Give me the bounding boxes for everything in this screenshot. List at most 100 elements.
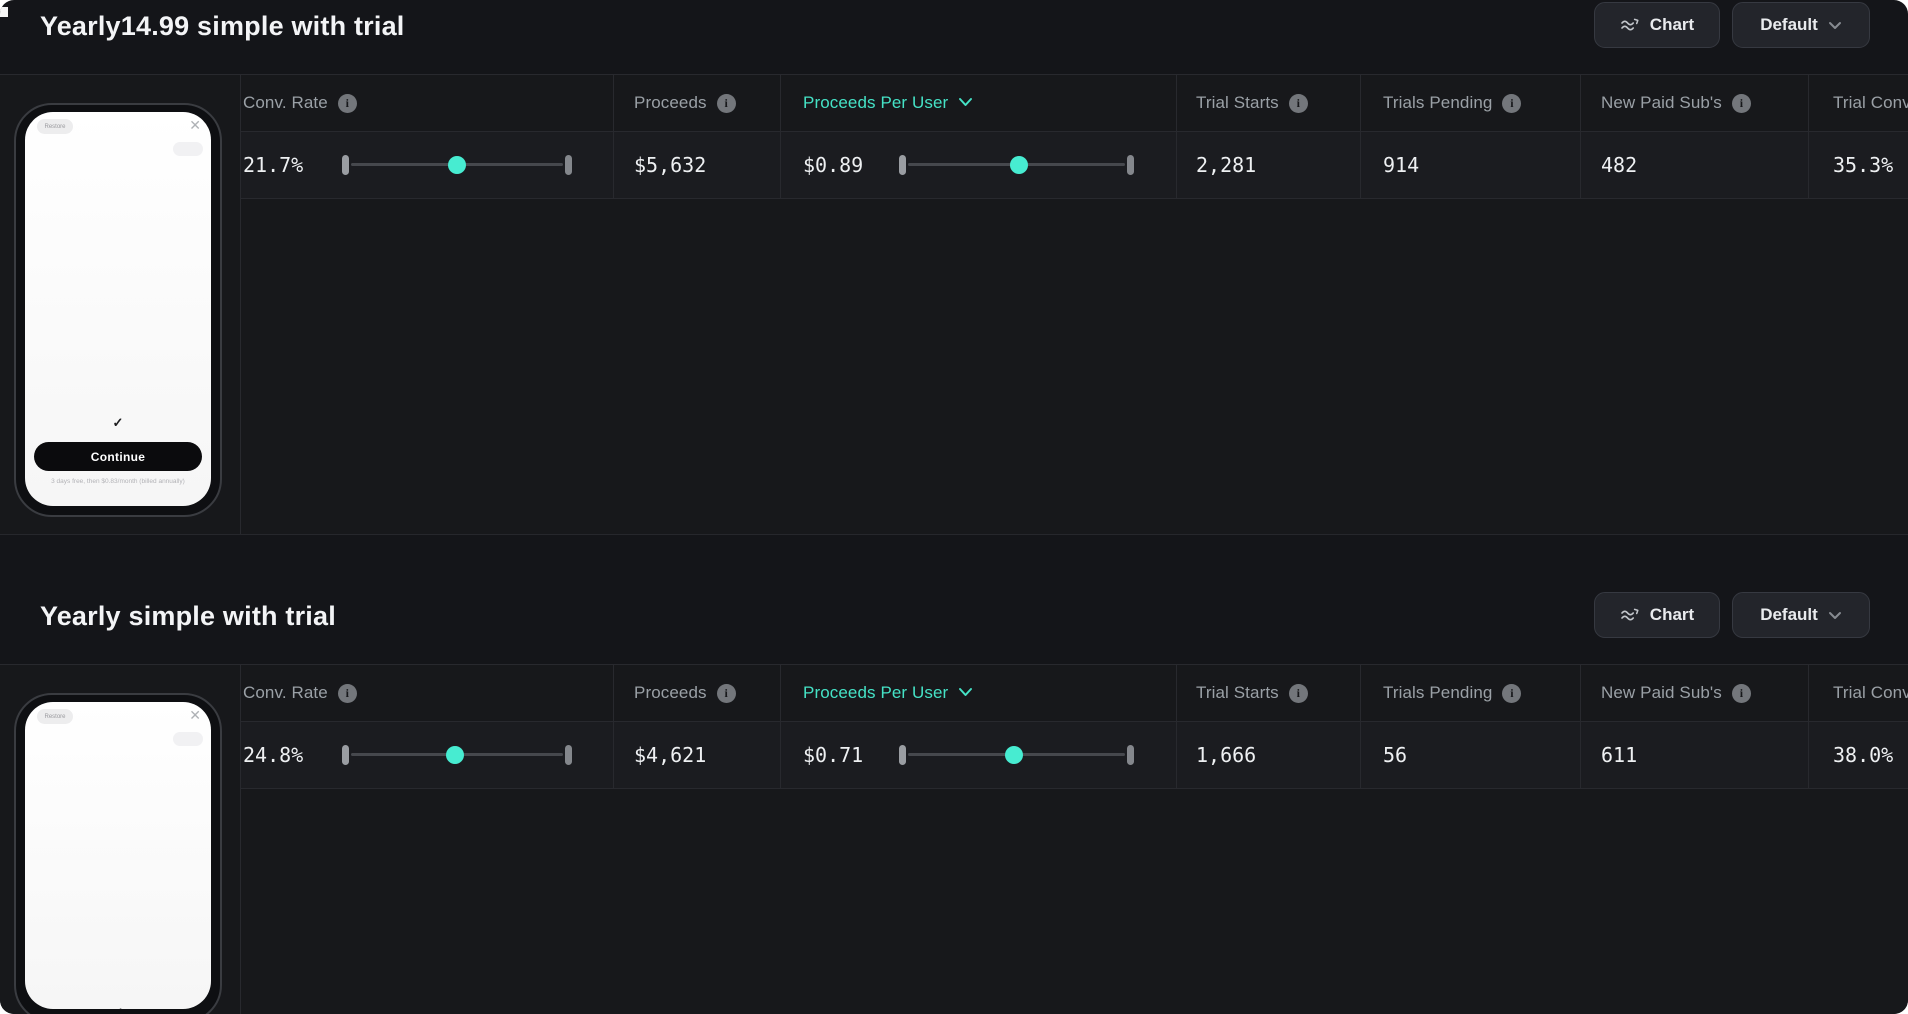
divider — [240, 74, 241, 534]
trend-chart-icon — [1620, 17, 1640, 33]
column-header-new-paid-subs: New Paid Sub's i — [1601, 75, 1751, 131]
conv-rate-slider[interactable] — [342, 131, 572, 198]
slider-thumb[interactable] — [448, 156, 466, 174]
divider — [1580, 664, 1581, 788]
sort-chevron-down-icon — [958, 94, 973, 112]
trial-conversion-value: 35.3% — [1833, 131, 1893, 198]
info-icon[interactable]: i — [1289, 684, 1308, 703]
info-icon[interactable]: i — [1502, 684, 1521, 703]
column-label: New Paid Sub's — [1601, 683, 1722, 703]
info-icon[interactable]: i — [1732, 684, 1751, 703]
chart-button[interactable]: Chart — [1594, 592, 1720, 638]
divider — [1808, 74, 1809, 198]
column-header-trial-conversion: Trial Conversion — [1833, 665, 1908, 721]
info-icon[interactable]: i — [1732, 94, 1751, 113]
close-icon[interactable]: ✕ — [189, 707, 201, 724]
slider-min-handle — [899, 155, 906, 175]
close-icon[interactable]: ✕ — [189, 117, 201, 134]
checkmark-icon: ✓ — [25, 1005, 211, 1009]
proceeds-per-user-value: $0.71 — [803, 721, 863, 788]
section-title: Yearly simple with trial — [40, 601, 336, 632]
slider-thumb[interactable] — [446, 746, 464, 764]
restore-button[interactable]: Restore — [37, 119, 73, 134]
trial-starts-value: 1,666 — [1196, 721, 1256, 788]
chart-button-label: Chart — [1650, 605, 1694, 625]
divider — [240, 664, 241, 1014]
column-header-conv-rate: Conv. Rate i — [243, 75, 357, 131]
divider — [1360, 664, 1361, 788]
slider-min-handle — [342, 155, 349, 175]
slider-thumb[interactable] — [1005, 746, 1023, 764]
slider-max-handle — [1127, 155, 1134, 175]
chart-button[interactable]: Chart — [1594, 2, 1720, 48]
column-label: Proceeds Per User — [803, 93, 948, 113]
continue-button[interactable]: Continue — [34, 442, 202, 471]
restore-button[interactable]: Restore — [37, 709, 73, 724]
section-title: Yearly14.99 simple with trial — [40, 11, 405, 42]
divider — [240, 788, 1908, 789]
column-header-new-paid-subs: New Paid Sub's i — [1601, 665, 1751, 721]
proceeds-per-user-value: $0.89 — [803, 131, 863, 198]
paywall-screen: Restore ✕ ✓ Continue 3 days free, then $… — [25, 112, 211, 506]
info-icon[interactable]: i — [1502, 94, 1521, 113]
column-header-trials-pending: Trials Pending i — [1383, 75, 1521, 131]
info-icon[interactable]: i — [717, 684, 736, 703]
column-header-proceeds: Proceeds i — [634, 75, 736, 131]
column-header-proceeds-per-user[interactable]: Proceeds Per User — [803, 75, 973, 131]
proceeds-per-user-slider[interactable] — [899, 721, 1134, 788]
column-label: Proceeds — [634, 683, 707, 703]
slider-max-handle — [1127, 745, 1134, 765]
plan-section-2: Yearly simple with trial Chart Default — [0, 590, 1908, 1014]
sort-chevron-down-icon — [958, 684, 973, 702]
paywall-preview-phone[interactable]: Restore ✕ ✓ Continue 3 days free, then $… — [14, 693, 222, 1014]
column-label: Trials Pending — [1383, 93, 1492, 113]
slider-min-handle — [342, 745, 349, 765]
column-header-proceeds: Proceeds i — [634, 665, 736, 721]
slider-thumb[interactable] — [1010, 156, 1028, 174]
divider — [1176, 74, 1177, 198]
info-icon[interactable]: i — [1289, 94, 1308, 113]
column-header-proceeds-per-user[interactable]: Proceeds Per User — [803, 665, 973, 721]
proceeds-per-user-slider[interactable] — [899, 131, 1134, 198]
conv-rate-slider[interactable] — [342, 721, 572, 788]
plan-section-1: Yearly14.99 simple with trial Chart Defa… — [0, 0, 1908, 535]
preset-dropdown-label: Default — [1760, 15, 1818, 35]
preset-dropdown[interactable]: Default — [1732, 2, 1870, 48]
column-label: Trial Conversion — [1833, 93, 1908, 113]
info-icon[interactable]: i — [717, 94, 736, 113]
divider — [1360, 74, 1361, 198]
column-label: Trials Pending — [1383, 683, 1492, 703]
column-header-trial-starts: Trial Starts i — [1196, 75, 1308, 131]
ghost-placeholder — [173, 142, 203, 156]
fine-print: 3 days free, then $0.83/month (billed an… — [25, 478, 211, 485]
divider — [780, 664, 781, 788]
info-icon[interactable]: i — [338, 94, 357, 113]
conv-rate-value: 21.7% — [243, 131, 303, 198]
screen-edge-artifact — [0, 7, 8, 17]
preset-dropdown-label: Default — [1760, 605, 1818, 625]
column-header-trials-pending: Trials Pending i — [1383, 665, 1521, 721]
column-header-trial-starts: Trial Starts i — [1196, 665, 1308, 721]
divider — [1580, 74, 1581, 198]
dashboard-page: Yearly14.99 simple with trial Chart Defa… — [0, 0, 1908, 1014]
chart-button-label: Chart — [1650, 15, 1694, 35]
divider — [1176, 664, 1177, 788]
slider-max-handle — [565, 745, 572, 765]
trials-pending-value: 56 — [1383, 721, 1407, 788]
info-icon[interactable]: i — [338, 684, 357, 703]
paywall-preview-phone[interactable]: Restore ✕ ✓ Continue 3 days free, then $… — [14, 103, 222, 517]
chevron-down-icon — [1828, 21, 1842, 30]
trial-conversion-value: 38.0% — [1833, 721, 1893, 788]
column-label: Trial Starts — [1196, 93, 1279, 113]
divider — [613, 74, 614, 198]
column-label: Proceeds Per User — [803, 683, 948, 703]
column-label: Trial Starts — [1196, 683, 1279, 703]
trials-pending-value: 914 — [1383, 131, 1419, 198]
paywall-screen: Restore ✕ ✓ Continue 3 days free, then $… — [25, 702, 211, 1009]
preset-dropdown[interactable]: Default — [1732, 592, 1870, 638]
column-label: Proceeds — [634, 93, 707, 113]
trend-chart-icon — [1620, 607, 1640, 623]
proceeds-value: $5,632 — [634, 131, 706, 198]
slider-min-handle — [899, 745, 906, 765]
column-header-trial-conversion: Trial Conversion — [1833, 75, 1908, 131]
